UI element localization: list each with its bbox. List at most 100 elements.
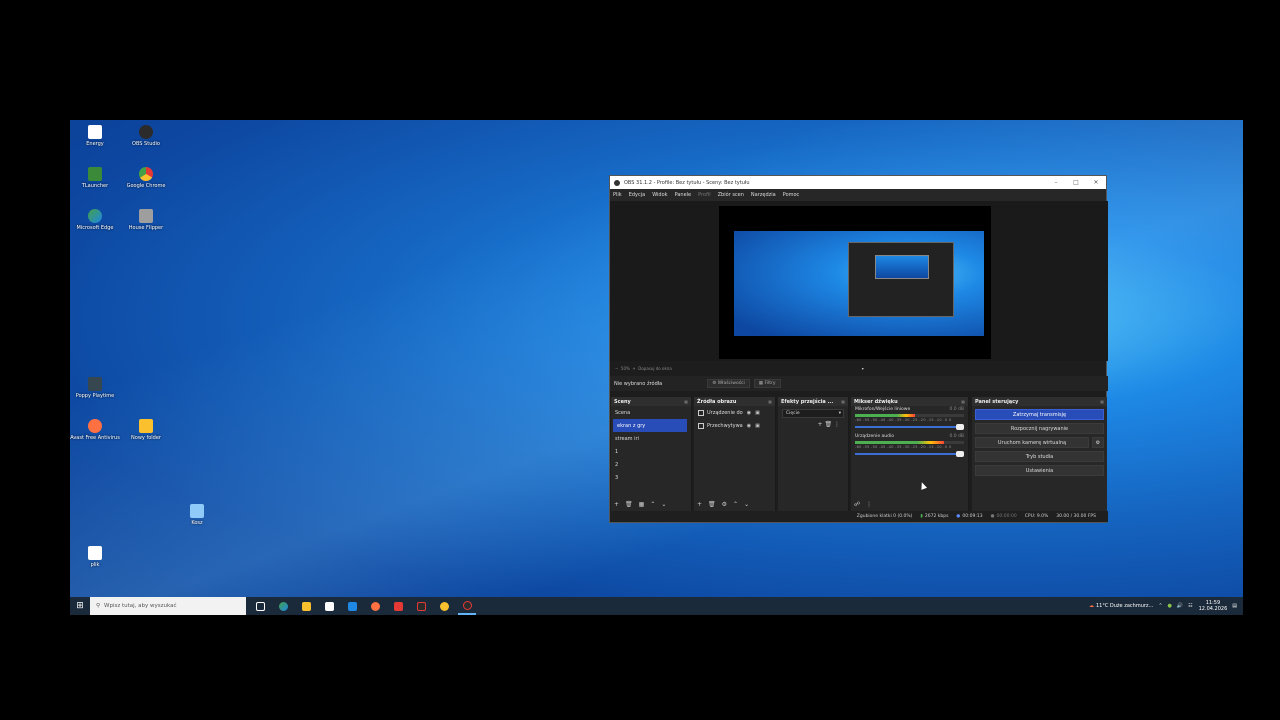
close-icon[interactable]: ✕: [1086, 179, 1106, 186]
desktop-icon-file[interactable]: plik: [70, 546, 120, 568]
menu-profile[interactable]: Profil: [698, 192, 710, 198]
search-box[interactable]: ⚲ Wpisz tutaj, aby wyszukać: [90, 597, 246, 615]
mail-icon[interactable]: [343, 597, 361, 615]
file-explorer-icon[interactable]: [297, 597, 315, 615]
more-icon[interactable]: ⋮: [866, 501, 872, 508]
volume-slider[interactable]: [855, 424, 964, 430]
gear-icon[interactable]: ⚙: [1092, 437, 1104, 448]
preview-canvas[interactable]: [719, 206, 991, 359]
mixer-channel-audio-device: Urządzenie audio 0.0 dB -60 -55 -50 -45 -…: [851, 433, 968, 457]
dock-float-icon[interactable]: ▦: [1100, 399, 1104, 404]
task-view-button[interactable]: [251, 597, 269, 615]
chevron-down-icon[interactable]: ▾: [862, 366, 864, 371]
desktop-icon-poppy-playtime[interactable]: Poppy Playtime: [70, 377, 120, 399]
dock-float-icon[interactable]: ▦: [841, 399, 845, 404]
arrow-up-icon[interactable]: ⌃: [650, 501, 655, 508]
obs-titlebar[interactable]: OBS 31.1.2 - Profile: Bez tytułu - Sceny…: [610, 176, 1106, 189]
dock-float-icon[interactable]: ▦: [684, 399, 688, 404]
dock-title: Efekty przejścia ... ▦: [778, 397, 848, 406]
lock-icon[interactable]: ▣: [755, 410, 760, 416]
menu-file[interactable]: Plik: [613, 192, 622, 198]
opera-icon[interactable]: [389, 597, 407, 615]
menu-scene-collection[interactable]: Zbiór scen: [718, 192, 744, 198]
edge-taskbar-icon[interactable]: [274, 597, 292, 615]
menu-tools[interactable]: Narzędzia: [751, 192, 776, 198]
controls-dock: Panel sterujący ▦ Zatrzymaj transmisję Ro…: [972, 397, 1107, 512]
eye-icon[interactable]: ◉: [747, 423, 751, 429]
desktop-icon-house-flipper[interactable]: House Flipper: [121, 209, 171, 231]
gear-icon[interactable]: ⚙: [722, 501, 727, 508]
clock[interactable]: 11:59 12.04.2026: [1199, 600, 1228, 612]
stop-streaming-button[interactable]: Zatrzymaj transmisję: [975, 409, 1104, 420]
filters-button[interactable]: ▦ Filtry: [753, 379, 781, 388]
scene-item[interactable]: stream iri: [611, 432, 691, 445]
trash-icon[interactable]: 🗑: [708, 501, 716, 508]
minimize-icon[interactable]: –: [1046, 179, 1066, 186]
link-icon[interactable]: ☍: [854, 501, 860, 508]
speaker-icon[interactable]: 🔊: [1177, 603, 1183, 609]
source-item[interactable]: Urządzenie do ◉ ▣: [694, 406, 775, 419]
transitions-dock: Efekty przejścia ... ▦ Cięcie ▾ + 🗑 ⋮: [778, 397, 849, 512]
scene-item[interactable]: 3: [611, 471, 691, 484]
app-icon-yellow[interactable]: [435, 597, 453, 615]
properties-button[interactable]: ⚙ Właściwości: [707, 379, 750, 388]
add-icon[interactable]: +: [818, 421, 823, 428]
firefox-icon[interactable]: [366, 597, 384, 615]
meter-level: [855, 414, 915, 417]
trash-icon[interactable]: 🗑: [625, 501, 633, 508]
store-icon[interactable]: [320, 597, 338, 615]
trash-icon[interactable]: 🗑: [824, 421, 832, 428]
dock-float-icon[interactable]: ▦: [961, 399, 965, 404]
desktop-icon-avast[interactable]: Avast Free Antivirus: [70, 419, 120, 441]
desktop-icon-new-folder[interactable]: Nowy folder: [121, 419, 171, 441]
scene-item-selected[interactable]: ekran z gry: [613, 419, 687, 432]
more-icon[interactable]: ⋮: [834, 421, 840, 428]
source-item[interactable]: Przechwytywa ◉ ▣: [694, 419, 775, 432]
desktop-icon-recycle-bin[interactable]: Kosz: [172, 504, 222, 526]
chevron-up-icon[interactable]: ⌃: [1158, 603, 1162, 609]
preview-area[interactable]: [610, 201, 1108, 361]
app-icon-dark[interactable]: [412, 597, 430, 615]
filter-icon[interactable]: ▦: [639, 501, 645, 508]
network-icon[interactable]: ☷: [1188, 603, 1192, 609]
scene-item[interactable]: 1: [611, 445, 691, 458]
obs-taskbar-icon[interactable]: [458, 597, 476, 615]
tray-app-icon[interactable]: ●: [1168, 603, 1172, 609]
arrow-down-icon[interactable]: ⌄: [744, 501, 749, 508]
maximize-icon[interactable]: □: [1066, 179, 1086, 186]
desktop: Energy OBS Studio TLauncher Google Chrom…: [70, 120, 1243, 615]
eye-icon[interactable]: ◉: [747, 410, 751, 416]
scene-item[interactable]: 2: [611, 458, 691, 471]
arrow-down-icon[interactable]: ⌄: [661, 501, 666, 508]
slider-knob[interactable]: [956, 424, 964, 430]
fit-to-window[interactable]: Dopasuj do okna: [638, 366, 672, 371]
start-virtual-camera-button[interactable]: Uruchom kamerę wirtualną: [975, 437, 1089, 448]
menu-docks[interactable]: Panele: [675, 192, 692, 198]
menu-help[interactable]: Pomoc: [783, 192, 800, 198]
poppy-playtime-icon: [88, 377, 102, 391]
volume-slider[interactable]: [855, 451, 964, 457]
desktop-icon-edge[interactable]: Microsoft Edge: [70, 209, 120, 231]
desktop-icon-chrome[interactable]: Google Chrome: [121, 167, 171, 189]
desktop-icon-obs[interactable]: OBS Studio: [121, 125, 171, 147]
studio-mode-button[interactable]: Tryb studia: [975, 451, 1104, 462]
add-icon[interactable]: +: [614, 501, 619, 508]
arrow-up-icon[interactable]: ⌃: [733, 501, 738, 508]
dock-float-icon[interactable]: ▦: [768, 399, 772, 404]
slider-knob[interactable]: [956, 451, 964, 457]
start-recording-button[interactable]: Rozpocznij nagrywanie: [975, 423, 1104, 434]
lock-icon[interactable]: ▣: [755, 423, 760, 429]
weather-text[interactable]: 11°C Duże zachmurz...: [1096, 603, 1153, 609]
menu-edit[interactable]: Edycja: [629, 192, 646, 198]
menu-view[interactable]: Widok: [652, 192, 667, 198]
zoom-in-icon[interactable]: +: [632, 366, 635, 371]
transition-select[interactable]: Cięcie ▾: [782, 409, 844, 418]
desktop-icon-tlauncher[interactable]: TLauncher: [70, 167, 120, 189]
start-button[interactable]: ⊞: [70, 597, 90, 615]
scene-item[interactable]: Scena: [611, 406, 691, 419]
add-icon[interactable]: +: [697, 501, 702, 508]
zoom-out-icon[interactable]: −: [615, 366, 618, 371]
settings-button[interactable]: Ustawienia: [975, 465, 1104, 476]
notifications-icon[interactable]: ▤: [1232, 603, 1237, 609]
desktop-icon-energy[interactable]: Energy: [70, 125, 120, 147]
